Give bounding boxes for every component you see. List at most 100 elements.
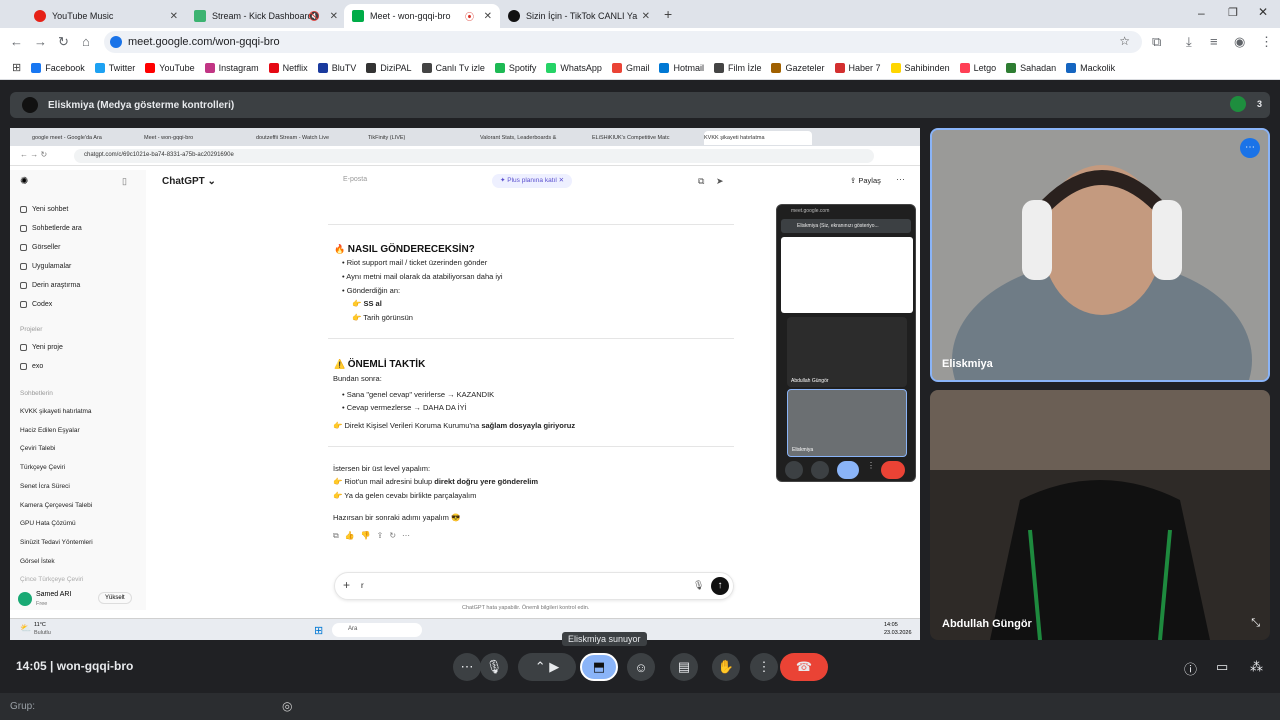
participants-icon[interactable]: [1230, 96, 1246, 112]
sidebar-chat[interactable]: Sinüzit Tedavi Yöntemleri: [20, 539, 93, 546]
back-icon[interactable]: ←: [10, 34, 23, 49]
sidebar-project[interactable]: Yeni proje: [20, 344, 63, 351]
sidebar-item[interactable]: Görseller: [20, 244, 60, 251]
sidebar-toggle-icon[interactable]: ▯: [122, 176, 127, 187]
more-icon[interactable]: ⋯: [1240, 138, 1260, 158]
camera-button[interactable]: ⌃ ▶: [518, 653, 576, 681]
bookmark-item[interactable]: Gmail: [611, 62, 649, 73]
site-info-icon[interactable]: [110, 36, 122, 48]
sidebar-item[interactable]: Derin araştırma: [20, 282, 80, 289]
send-icon[interactable]: ➤: [716, 176, 724, 187]
sidebar-item[interactable]: Uygulamalar: [20, 263, 71, 270]
bookmark-item[interactable]: Spotify: [494, 62, 536, 73]
more-options-icon[interactable]: ⋯: [453, 653, 481, 681]
minimize-button[interactable]: –: [1198, 6, 1205, 20]
plus-button[interactable]: ✦ Plus planına katıl ✕: [492, 174, 573, 188]
address-input[interactable]: meet.google.com/won-gqqi-bro ☆: [104, 31, 1142, 53]
tab-youtube-music[interactable]: YouTube Music ✕: [26, 4, 186, 28]
home-icon[interactable]: ⌂: [82, 34, 90, 49]
mic-icon[interactable]: 🎙: [693, 580, 704, 591]
pin-icon[interactable]: ⤡: [1251, 617, 1260, 630]
captions-button[interactable]: ▤: [670, 653, 698, 681]
sidebar-chat[interactable]: Kamera Çerçevesi Talebi: [20, 502, 92, 509]
sidebar-chat[interactable]: Çince Türkçeye Çeviri: [20, 576, 83, 583]
leave-call-button[interactable]: ☎: [780, 653, 828, 681]
more-icon[interactable]: ⋯: [896, 174, 905, 185]
reload-icon[interactable]: ↻: [58, 34, 69, 50]
message-actions[interactable]: ⧉👍👎⇪↻⋯: [333, 531, 416, 541]
restore-button[interactable]: ❐: [1228, 6, 1238, 19]
media-icon[interactable]: ≡: [1210, 34, 1218, 49]
bookmark-item[interactable]: WhatsApp: [546, 62, 602, 73]
audio-icon[interactable]: ◎: [282, 699, 292, 713]
apps-icon[interactable]: ⊞: [12, 61, 21, 74]
bookmark-item[interactable]: Facebook: [31, 62, 85, 73]
present-icon[interactable]: [837, 461, 859, 479]
mic-button[interactable]: 🎙: [480, 653, 508, 681]
close-window-button[interactable]: ✕: [1258, 5, 1268, 19]
sidebar-chat[interactable]: Senet İcra Süreci: [20, 483, 70, 490]
bookmark-item[interactable]: Sahadan: [1006, 62, 1056, 73]
present-button[interactable]: ⬒: [580, 653, 618, 681]
info-icon[interactable]: ⓘ: [1184, 659, 1197, 678]
sidebar-chat[interactable]: GPU Hata Çözümü: [20, 520, 76, 527]
close-icon[interactable]: ✕: [484, 11, 492, 22]
new-tab-button[interactable]: +: [664, 6, 672, 22]
more-vert-icon[interactable]: ⋮: [750, 653, 778, 681]
participant-tile-abdullah[interactable]: Abdullah Güngör ⤡: [930, 390, 1270, 640]
model-selector[interactable]: ChatGPT ⌄: [162, 176, 216, 187]
copy-icon[interactable]: ⧉: [698, 176, 704, 187]
close-icon[interactable]: ✕: [170, 11, 178, 22]
sidebar-section-label[interactable]: Sohbetlerin: [20, 390, 53, 397]
more-icon[interactable]: ⋮: [867, 461, 875, 479]
share-button[interactable]: ⇪ Paylaş: [850, 176, 881, 185]
tab-meet[interactable]: Meet - won-gqqi-bro ⦿ ✕: [344, 4, 500, 28]
raise-hand-button[interactable]: ✋: [712, 653, 740, 681]
bookmark-item[interactable]: Letgo: [959, 62, 996, 73]
mute-icon[interactable]: 🔇: [309, 11, 320, 22]
extensions-icon[interactable]: ⧉: [1152, 34, 1161, 50]
mic-icon[interactable]: [785, 461, 803, 479]
upgrade-button[interactable]: Yükselt: [98, 592, 132, 604]
sidebar-item[interactable]: Yeni sohbet: [20, 206, 68, 213]
bookmark-item[interactable]: Twitter: [94, 62, 135, 73]
start-icon[interactable]: ⊞: [314, 624, 323, 637]
sidebar-project[interactable]: exo: [20, 363, 43, 370]
sidebar-chat[interactable]: Haciz Edilen Eşyalar: [20, 427, 80, 434]
bookmark-item[interactable]: BluTV: [317, 62, 356, 73]
tab-tiktok[interactable]: Sizin İçin - TikTok CANLI Ya ✕: [500, 4, 658, 28]
participant-tile-eliskmiya[interactable]: ⋯ Eliskmiya: [930, 128, 1270, 382]
taskbar-search[interactable]: Ara: [332, 623, 422, 637]
plus-icon[interactable]: +: [343, 578, 350, 592]
camera-icon[interactable]: [811, 461, 829, 479]
bookmark-item[interactable]: Canlı Tv izle: [421, 62, 485, 73]
bookmark-item[interactable]: Gazeteler: [771, 62, 825, 73]
bookmark-item[interactable]: Film İzle: [713, 62, 761, 73]
tab-kick[interactable]: Stream - Kick Dashboard 🔇 ✕: [186, 4, 346, 28]
star-icon[interactable]: ☆: [1119, 34, 1130, 48]
bookmark-item[interactable]: YouTube: [145, 62, 195, 73]
hangup-icon[interactable]: [881, 461, 905, 479]
forward-icon[interactable]: →: [34, 34, 47, 49]
sidebar-item[interactable]: Sohbetlerde ara: [20, 225, 82, 232]
bookmark-item[interactable]: Instagram: [204, 62, 259, 73]
composer-input[interactable]: + r 🎙 ↑: [334, 572, 734, 600]
download-icon[interactable]: ⤓: [1186, 34, 1192, 50]
send-icon[interactable]: ↑: [711, 577, 729, 595]
bookmark-item[interactable]: Haber 7: [834, 62, 881, 73]
sidebar-chat[interactable]: Çeviri Talebi: [20, 445, 55, 452]
bookmark-item[interactable]: Hotmail: [659, 62, 704, 73]
close-icon[interactable]: ✕: [330, 11, 338, 22]
bookmark-item[interactable]: DiziPAL: [366, 62, 412, 73]
emoji-button[interactable]: ☺: [627, 653, 655, 681]
close-icon[interactable]: ✕: [642, 11, 650, 22]
menu-icon[interactable]: ⋮: [1260, 34, 1273, 50]
bookmark-item[interactable]: Mackolik: [1066, 62, 1115, 73]
bookmark-item[interactable]: Netflix: [268, 62, 308, 73]
sidebar-item[interactable]: Codex: [20, 301, 52, 308]
sidebar-section-label[interactable]: Projeler: [20, 326, 42, 333]
sidebar-chat[interactable]: Türkçeye Çeviri: [20, 464, 65, 471]
bookmark-item[interactable]: Sahibinden: [890, 62, 950, 73]
sidebar-chat[interactable]: Görsel İstek: [20, 558, 55, 565]
profile-icon[interactable]: ◉: [1234, 34, 1245, 50]
